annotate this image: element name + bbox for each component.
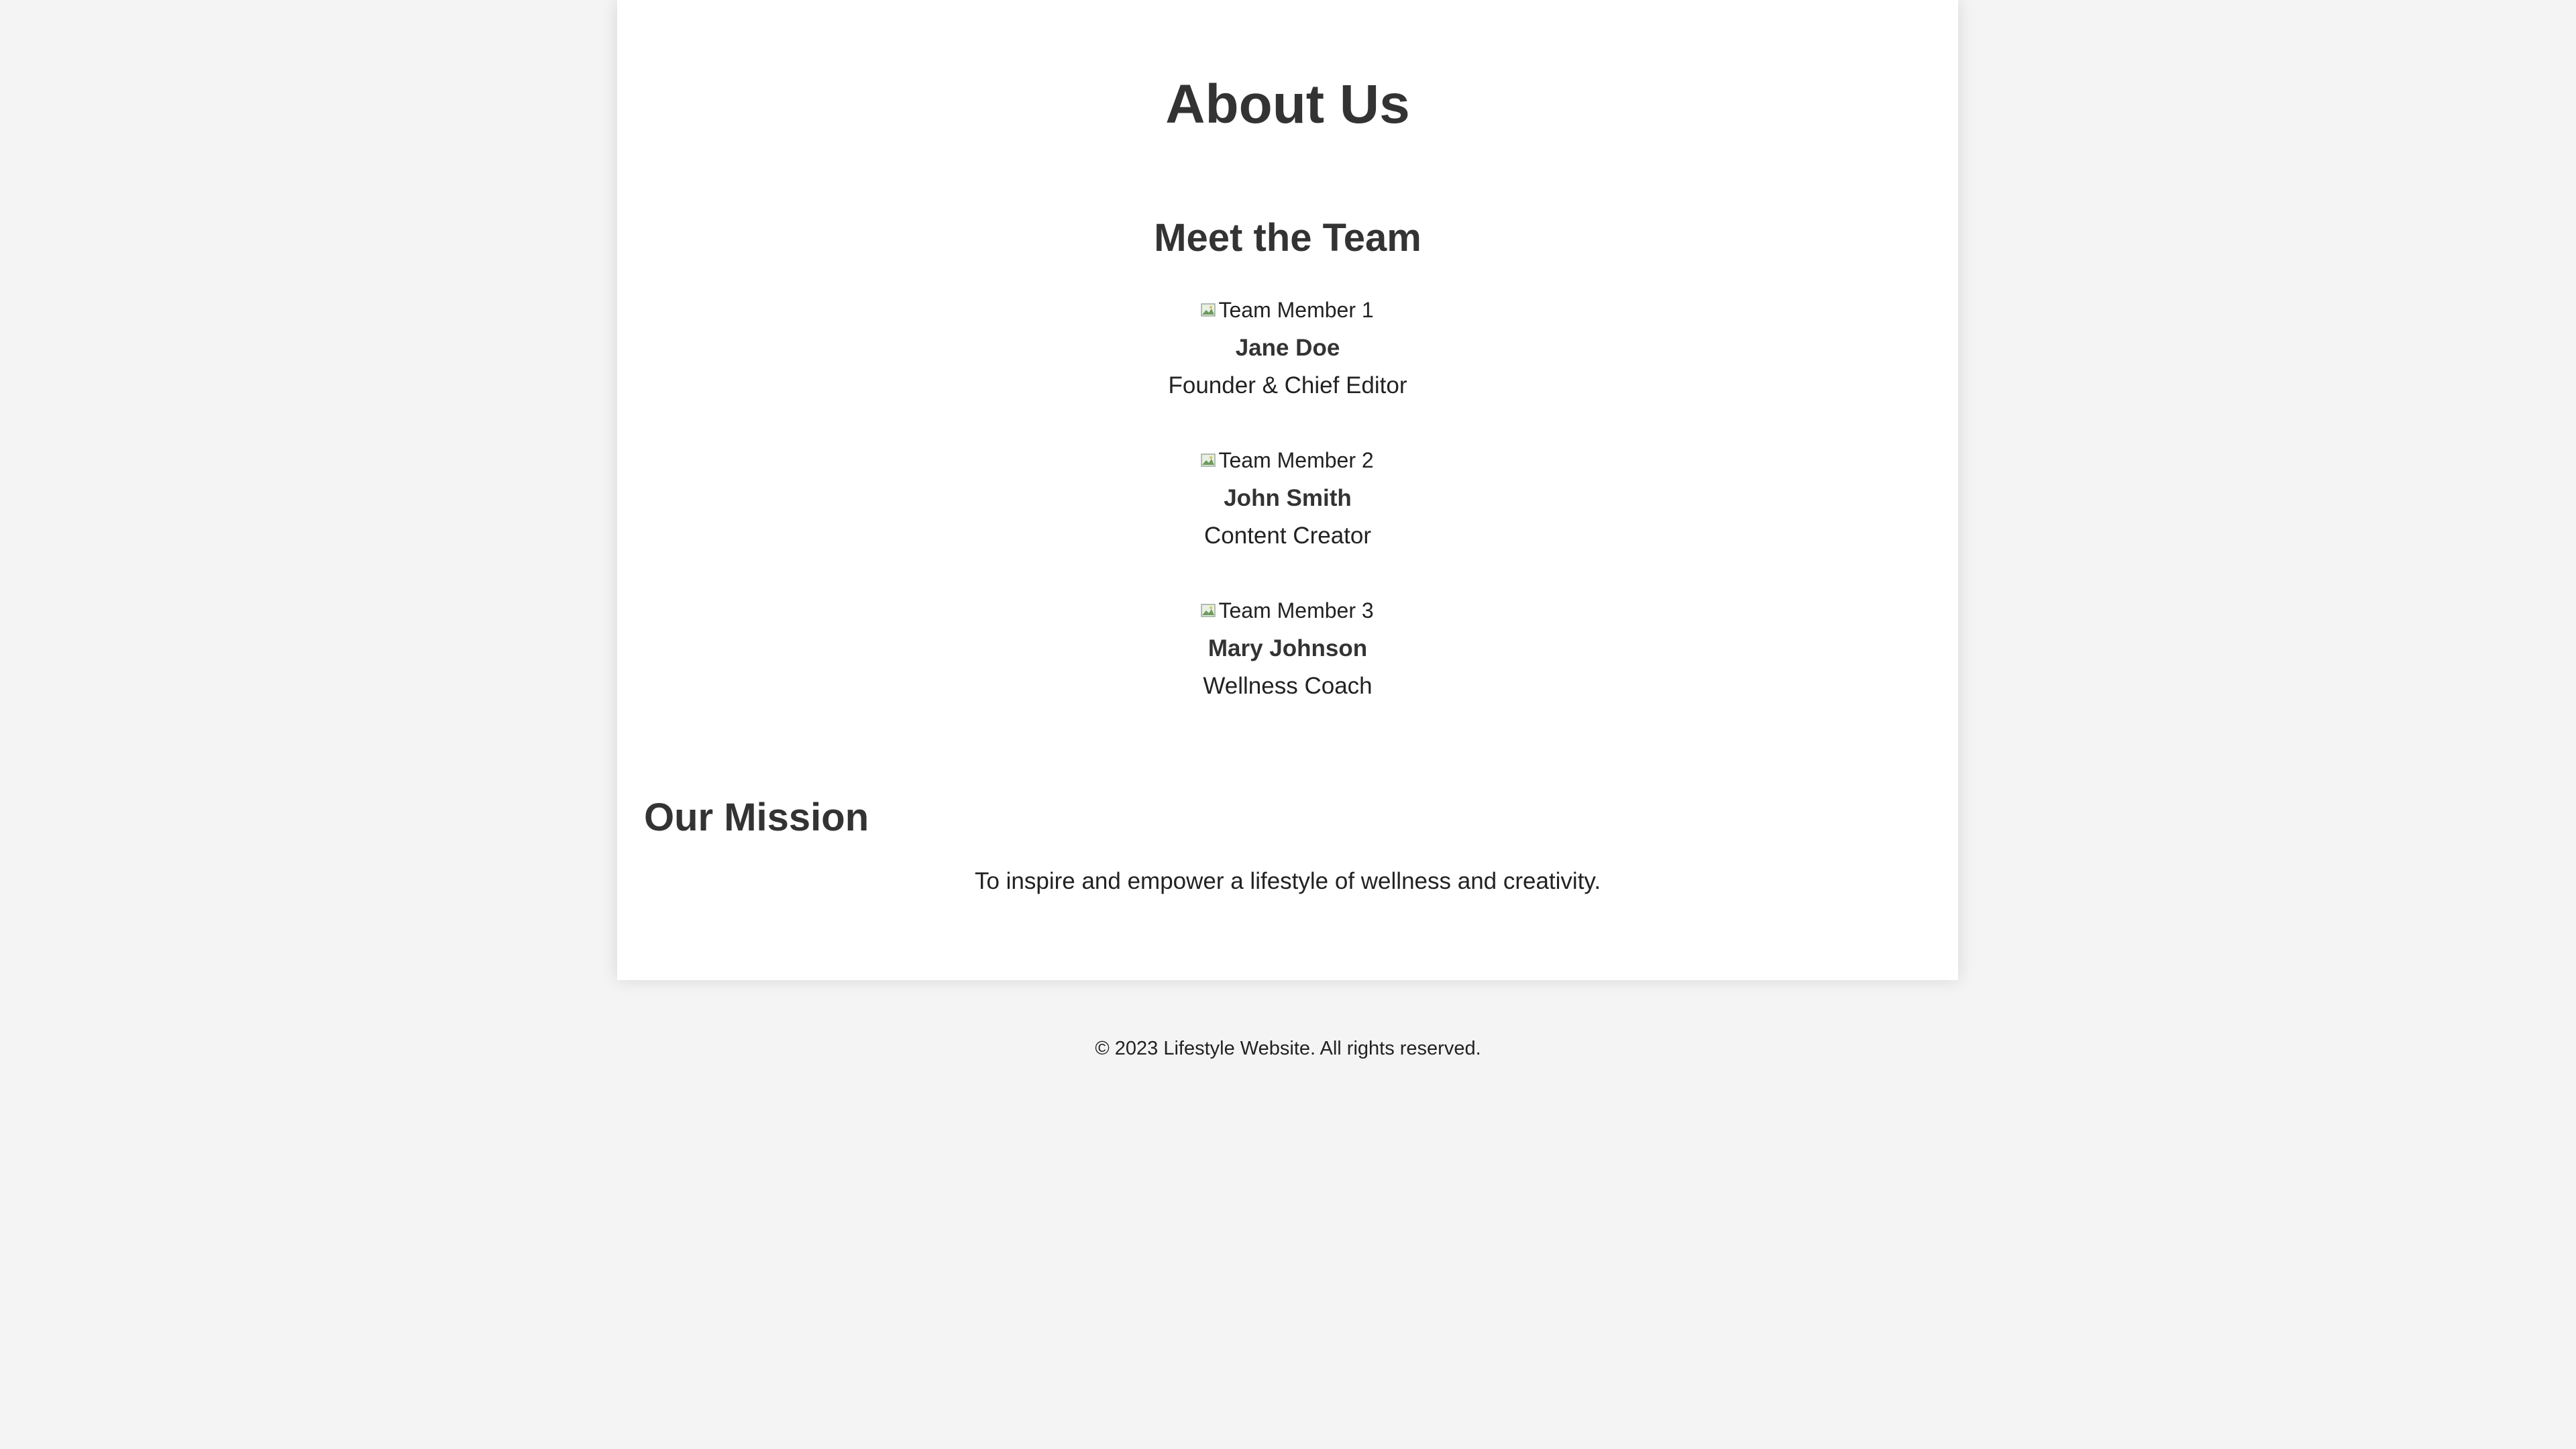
- team-member-card: Team Member 2 John Smith Content Creator: [617, 444, 1958, 555]
- team-member-name: John Smith: [1224, 485, 1352, 511]
- about-card: About Us Meet the Team Team Member 1 Jan…: [617, 0, 1958, 980]
- broken-image-icon: [1200, 604, 1216, 617]
- team-member-photo-alt: Team Member 2: [1218, 448, 1374, 472]
- team-member-photo: Team Member 3: [1200, 594, 1376, 627]
- team-member-role: Wellness Coach: [1203, 673, 1373, 699]
- team-member-role: Content Creator: [1203, 523, 1372, 549]
- mission-text: To inspire and empower a lifestyle of we…: [974, 868, 1601, 894]
- team-member-photo-alt: Team Member 3: [1218, 598, 1374, 623]
- footer-copyright: © 2023 Lifestyle Website. All rights res…: [1095, 1038, 1481, 1059]
- page-title: About Us: [1165, 74, 1410, 135]
- team-member-card: Team Member 1 Jane Doe Founder & Chief E…: [617, 294, 1958, 405]
- team-member-name: Mary Johnson: [1208, 635, 1368, 661]
- team-heading: Meet the Team: [1154, 216, 1421, 260]
- team-member-card: Team Member 3 Mary Johnson Wellness Coac…: [617, 594, 1958, 705]
- team-member-name: Jane Doe: [1235, 335, 1340, 361]
- team-member-photo: Team Member 1: [1200, 294, 1376, 326]
- broken-image-icon: [1200, 303, 1216, 317]
- team-member-role: Founder & Chief Editor: [1168, 372, 1407, 398]
- site-footer: © 2023 Lifestyle Website. All rights res…: [0, 1033, 2576, 1064]
- mission-heading: Our Mission: [644, 796, 869, 839]
- team-member-photo-alt: Team Member 1: [1218, 298, 1374, 322]
- broken-image-icon: [1200, 453, 1216, 467]
- team-member-photo: Team Member 2: [1200, 444, 1376, 476]
